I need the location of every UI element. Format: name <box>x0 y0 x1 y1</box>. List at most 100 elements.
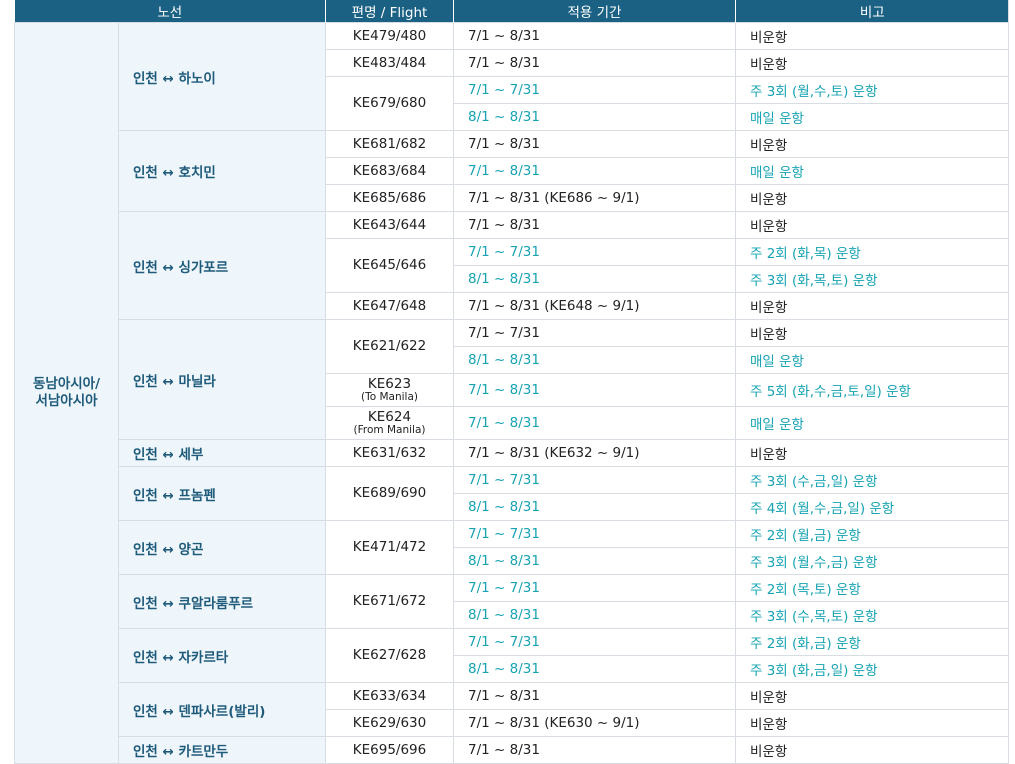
region-label-line: 동남아시아/ <box>32 376 101 392</box>
note-cell: 주 5회 (화,수,금,토,일) 운항 <box>735 373 1009 407</box>
period-cell: 7/1 ~ 7/31 <box>453 628 736 656</box>
region-cell: 동남아시아/서남아시아 <box>14 22 119 764</box>
flight-number: KE633/634 <box>352 687 427 704</box>
period-cell: 7/1 ~ 8/31 <box>453 22 736 50</box>
route-cell: 인천 ↔ 카트만두 <box>118 736 326 764</box>
flight-cell: KE645/646 <box>325 238 454 293</box>
route-cell: 인천 ↔ 마닐라 <box>118 319 326 440</box>
flight-cell: KE479/480 <box>325 22 454 50</box>
note-cell: 비운항 <box>735 682 1009 710</box>
table-row: 인천 ↔ 양곤 KE471/472 7/1 ~ 7/31 주 2회 (월,금) 운항 <box>15 520 1009 575</box>
note-cell: 주 2회 (화,목) 운항 <box>735 238 1009 266</box>
flight-direction: (From Manila) <box>353 424 426 436</box>
period-cell: 8/1 ~ 8/31 <box>453 655 736 683</box>
flight-number: KE624 <box>367 409 412 425</box>
flight-cell: KE681/682 <box>325 130 454 158</box>
flight-cell: KE633/634 <box>325 682 454 710</box>
route-cell: 인천 ↔ 하노이 <box>118 22 326 131</box>
table-row: 인천 ↔ 자카르타 KE627/628 7/1 ~ 7/31 주 2회 (화,금) 운… <box>15 628 1009 683</box>
note-cell: 매일 운항 <box>735 103 1009 131</box>
note-cell: 비운항 <box>735 292 1009 320</box>
flight-cell: KE695/696 <box>325 736 454 764</box>
note-cell: 주 4회 (월,수,금,일) 운항 <box>735 493 1009 521</box>
note-cell: 주 3회 (화,목,토) 운항 <box>735 265 1009 293</box>
note-cell: 비운항 <box>735 211 1009 239</box>
period-cell: 8/1 ~ 8/31 <box>453 601 736 629</box>
schedule-table-container: 노선 편명 / Flight 적용 기간 비고 동남아시아/서남아시아 인천 ↔ … <box>14 0 1009 764</box>
note-cell: 비운항 <box>735 49 1009 77</box>
flight-number: KE623 <box>367 376 412 392</box>
flight-cell: KE647/648 <box>325 292 454 320</box>
flight-number: KE483/484 <box>352 54 427 71</box>
note-cell: 비운항 <box>735 184 1009 212</box>
flight-cell: KE627/628 <box>325 628 454 683</box>
note-cell: 주 2회 (목,토) 운항 <box>735 574 1009 602</box>
flight-cell: KE689/690 <box>325 466 454 521</box>
period-cell: 8/1 ~ 8/31 <box>453 493 736 521</box>
note-cell: 주 3회 (월,수,토) 운항 <box>735 76 1009 104</box>
flight-number: KE621/622 <box>352 338 427 354</box>
table-row: 인천 ↔ 싱가포르 KE643/644 7/1 ~ 8/31 비운항 <box>15 211 1009 320</box>
period-cell: 7/1 ~ 8/31 <box>453 211 736 239</box>
note-cell: 매일 운항 <box>735 406 1009 440</box>
table-row: 인천 ↔ 마닐라 KE621/622 7/1 ~ 7/31 비운항 <box>15 319 1009 440</box>
note-cell: 비운항 <box>735 319 1009 347</box>
flight-number: KE647/648 <box>352 297 427 314</box>
period-cell: 7/1 ~ 8/31 <box>453 49 736 77</box>
flight-number: KE681/682 <box>352 135 427 152</box>
period-cell: 7/1 ~ 8/31 <box>453 406 736 440</box>
period-cell: 7/1 ~ 7/31 <box>453 238 736 266</box>
route-cell: 인천 ↔ 덴파사르(발리) <box>118 682 326 737</box>
route-cell: 인천 ↔ 양곤 <box>118 520 326 575</box>
table-row: 인천 ↔ 카트만두 KE695/696 7/1 ~ 8/31 비운항 <box>15 736 1009 764</box>
period-cell: 7/1 ~ 7/31 <box>453 466 736 494</box>
note-cell: 비운항 <box>735 709 1009 737</box>
note-cell: 비운항 <box>735 736 1009 764</box>
period-cell: 7/1 ~ 8/31 (KE648 ~ 9/1) <box>453 292 736 320</box>
flight-cell: KE629/630 <box>325 709 454 737</box>
period-cell: 7/1 ~ 8/31 (KE630 ~ 9/1) <box>453 709 736 737</box>
table-row: 동남아시아/서남아시아 인천 ↔ 하노이 KE479/480 7/1 ~ 8/31 비운… <box>14 22 1009 764</box>
note-cell: 비운항 <box>735 439 1009 467</box>
route-cell: 인천 ↔ 자카르타 <box>118 628 326 683</box>
table-row: 인천 ↔ 세부 KE631/632 7/1 ~ 8/31 (KE632 ~ 9/1)… <box>15 439 1009 467</box>
flight-number: KE671/672 <box>352 593 427 609</box>
period-cell: 7/1 ~ 8/31 <box>453 682 736 710</box>
note-cell: 주 3회 (월,수,금) 운항 <box>735 547 1009 575</box>
table-header-row: 노선 편명 / Flight 적용 기간 비고 <box>14 0 1009 23</box>
flight-number: KE631/632 <box>352 444 427 461</box>
period-cell: 7/1 ~ 7/31 <box>453 319 736 347</box>
flight-number: KE689/690 <box>352 485 427 501</box>
flight-cell: KE643/644 <box>325 211 454 239</box>
table-row: 인천 ↔ 쿠알라룸푸르 KE671/672 7/1 ~ 7/31 주 2회 (목,토)… <box>15 574 1009 629</box>
flight-number: KE695/696 <box>352 741 427 758</box>
route-cell: 인천 ↔ 쿠알라룸푸르 <box>118 574 326 629</box>
period-cell: 7/1 ~ 7/31 <box>453 76 736 104</box>
header-route: 노선 <box>14 0 326 23</box>
flight-cell: KE623 (To Manila) <box>325 373 454 407</box>
table-body: 동남아시아/서남아시아 인천 ↔ 하노이 KE479/480 7/1 ~ 8/31 비운… <box>14 22 1009 764</box>
period-cell: 7/1 ~ 8/31 <box>453 130 736 158</box>
period-cell: 8/1 ~ 8/31 <box>453 346 736 374</box>
flight-schedule-table: 노선 편명 / Flight 적용 기간 비고 동남아시아/서남아시아 인천 ↔ … <box>14 0 1009 764</box>
table-row: 인천 ↔ 프놈펜 KE689/690 7/1 ~ 7/31 주 3회 (수,금,일) … <box>15 466 1009 521</box>
note-cell: 매일 운항 <box>735 346 1009 374</box>
flight-cell: KE621/622 <box>325 319 454 374</box>
flight-number: KE629/630 <box>352 714 427 731</box>
table-row: 인천 ↔ 덴파사르(발리) KE633/634 7/1 ~ 8/31 비운항 <box>15 682 1009 737</box>
period-cell: 8/1 ~ 8/31 <box>453 265 736 293</box>
header-flight: 편명 / Flight <box>325 0 454 23</box>
flight-direction: (To Manila) <box>360 391 418 403</box>
route-cell: 인천 ↔ 세부 <box>118 439 326 467</box>
period-cell: 7/1 ~ 7/31 <box>453 520 736 548</box>
flight-cell: KE685/686 <box>325 184 454 212</box>
route-cell: 인천 ↔ 프놈펜 <box>118 466 326 521</box>
flight-number: KE643/644 <box>352 216 427 233</box>
flight-number: KE683/684 <box>352 162 427 179</box>
period-cell: 7/1 ~ 8/31 <box>453 157 736 185</box>
period-cell: 7/1 ~ 7/31 <box>453 574 736 602</box>
period-cell: 7/1 ~ 8/31 <box>453 373 736 407</box>
header-note: 비고 <box>735 0 1009 23</box>
flight-cell: KE624 (From Manila) <box>325 406 454 440</box>
flight-number: KE685/686 <box>352 189 427 206</box>
